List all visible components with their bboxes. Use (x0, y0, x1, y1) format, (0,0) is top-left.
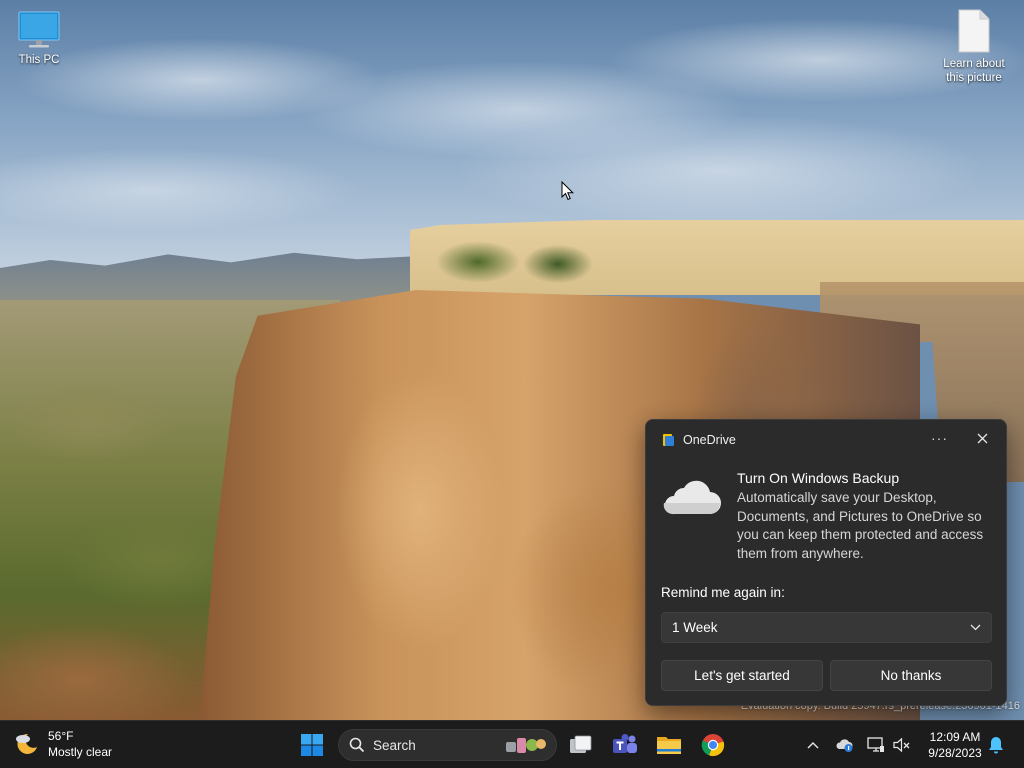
weather-temperature: 56°F (48, 729, 74, 743)
start-button[interactable] (296, 729, 328, 761)
notifications-icon (989, 737, 1003, 754)
more-options-button[interactable]: ··· (931, 430, 948, 446)
network-button[interactable] (866, 735, 886, 755)
taskbar-search[interactable]: Search (338, 729, 557, 761)
volume-button[interactable] (892, 735, 912, 755)
wallpaper-trees (418, 232, 618, 287)
task-view-button[interactable] (565, 729, 597, 761)
file-explorer-icon (657, 737, 681, 754)
clock[interactable]: 12:09 AM 9/28/2023 (920, 729, 990, 761)
moon-weather-icon (16, 733, 37, 754)
mouse-cursor-icon (561, 181, 575, 201)
desktop-icon-label: This PC (18, 54, 60, 66)
onedrive-tray-button[interactable] (834, 735, 854, 755)
remind-interval-value: 1 Week (672, 620, 718, 635)
taskbar: 56°F Mostly clear Search 12:09 AM 9/28/2… (0, 720, 1024, 768)
show-hidden-icons-button[interactable] (803, 735, 823, 755)
clock-date: 9/28/2023 (928, 746, 982, 760)
document-icon (958, 9, 990, 53)
toast-body: Automatically save your Desktop, Documen… (737, 490, 984, 561)
monitor-icon (18, 11, 60, 48)
chrome-button[interactable] (697, 729, 729, 761)
desktop-icon-label: Learn about this picture (943, 58, 1005, 84)
chevron-down-icon (970, 624, 981, 631)
teams-button[interactable] (609, 729, 641, 761)
teams-icon (613, 734, 637, 753)
onedrive-toast: OneDrive ··· Turn On Windows Backup Auto… (645, 419, 1007, 706)
search-placeholder: Search (373, 737, 416, 753)
weather-widget[interactable]: 56°F Mostly clear (14, 728, 112, 760)
remind-interval-select[interactable]: 1 Week (661, 612, 992, 643)
clock-time: 12:09 AM (929, 730, 981, 744)
close-icon (977, 433, 988, 444)
task-view-icon (570, 735, 592, 753)
network-icon (867, 737, 884, 752)
chevron-up-icon (807, 742, 819, 749)
file-explorer-button[interactable] (653, 729, 685, 761)
desktop-icon-this-pc[interactable]: This PC (1, 10, 77, 67)
lets-get-started-button[interactable]: Let's get started (661, 660, 823, 691)
onedrive-app-icon (663, 434, 674, 446)
notifications-button[interactable] (986, 735, 1006, 755)
toast-header: OneDrive (661, 433, 736, 447)
no-thanks-button[interactable]: No thanks (830, 660, 992, 691)
toast-app-name: OneDrive (683, 433, 736, 447)
volume-muted-icon (893, 737, 910, 753)
start-icon (301, 734, 323, 756)
search-icon (349, 737, 365, 753)
weather-condition: Mostly clear (48, 745, 113, 759)
toast-title: Turn On Windows Backup (737, 470, 900, 486)
remind-label: Remind me again in: (661, 585, 785, 600)
chrome-icon (701, 734, 725, 757)
close-button[interactable] (977, 432, 988, 447)
desktop-icon-learn-about-picture[interactable]: Learn about this picture (936, 8, 1012, 85)
search-highlight-icon (506, 738, 546, 753)
onedrive-tray-icon (836, 739, 853, 752)
cloud-icon (663, 480, 721, 515)
